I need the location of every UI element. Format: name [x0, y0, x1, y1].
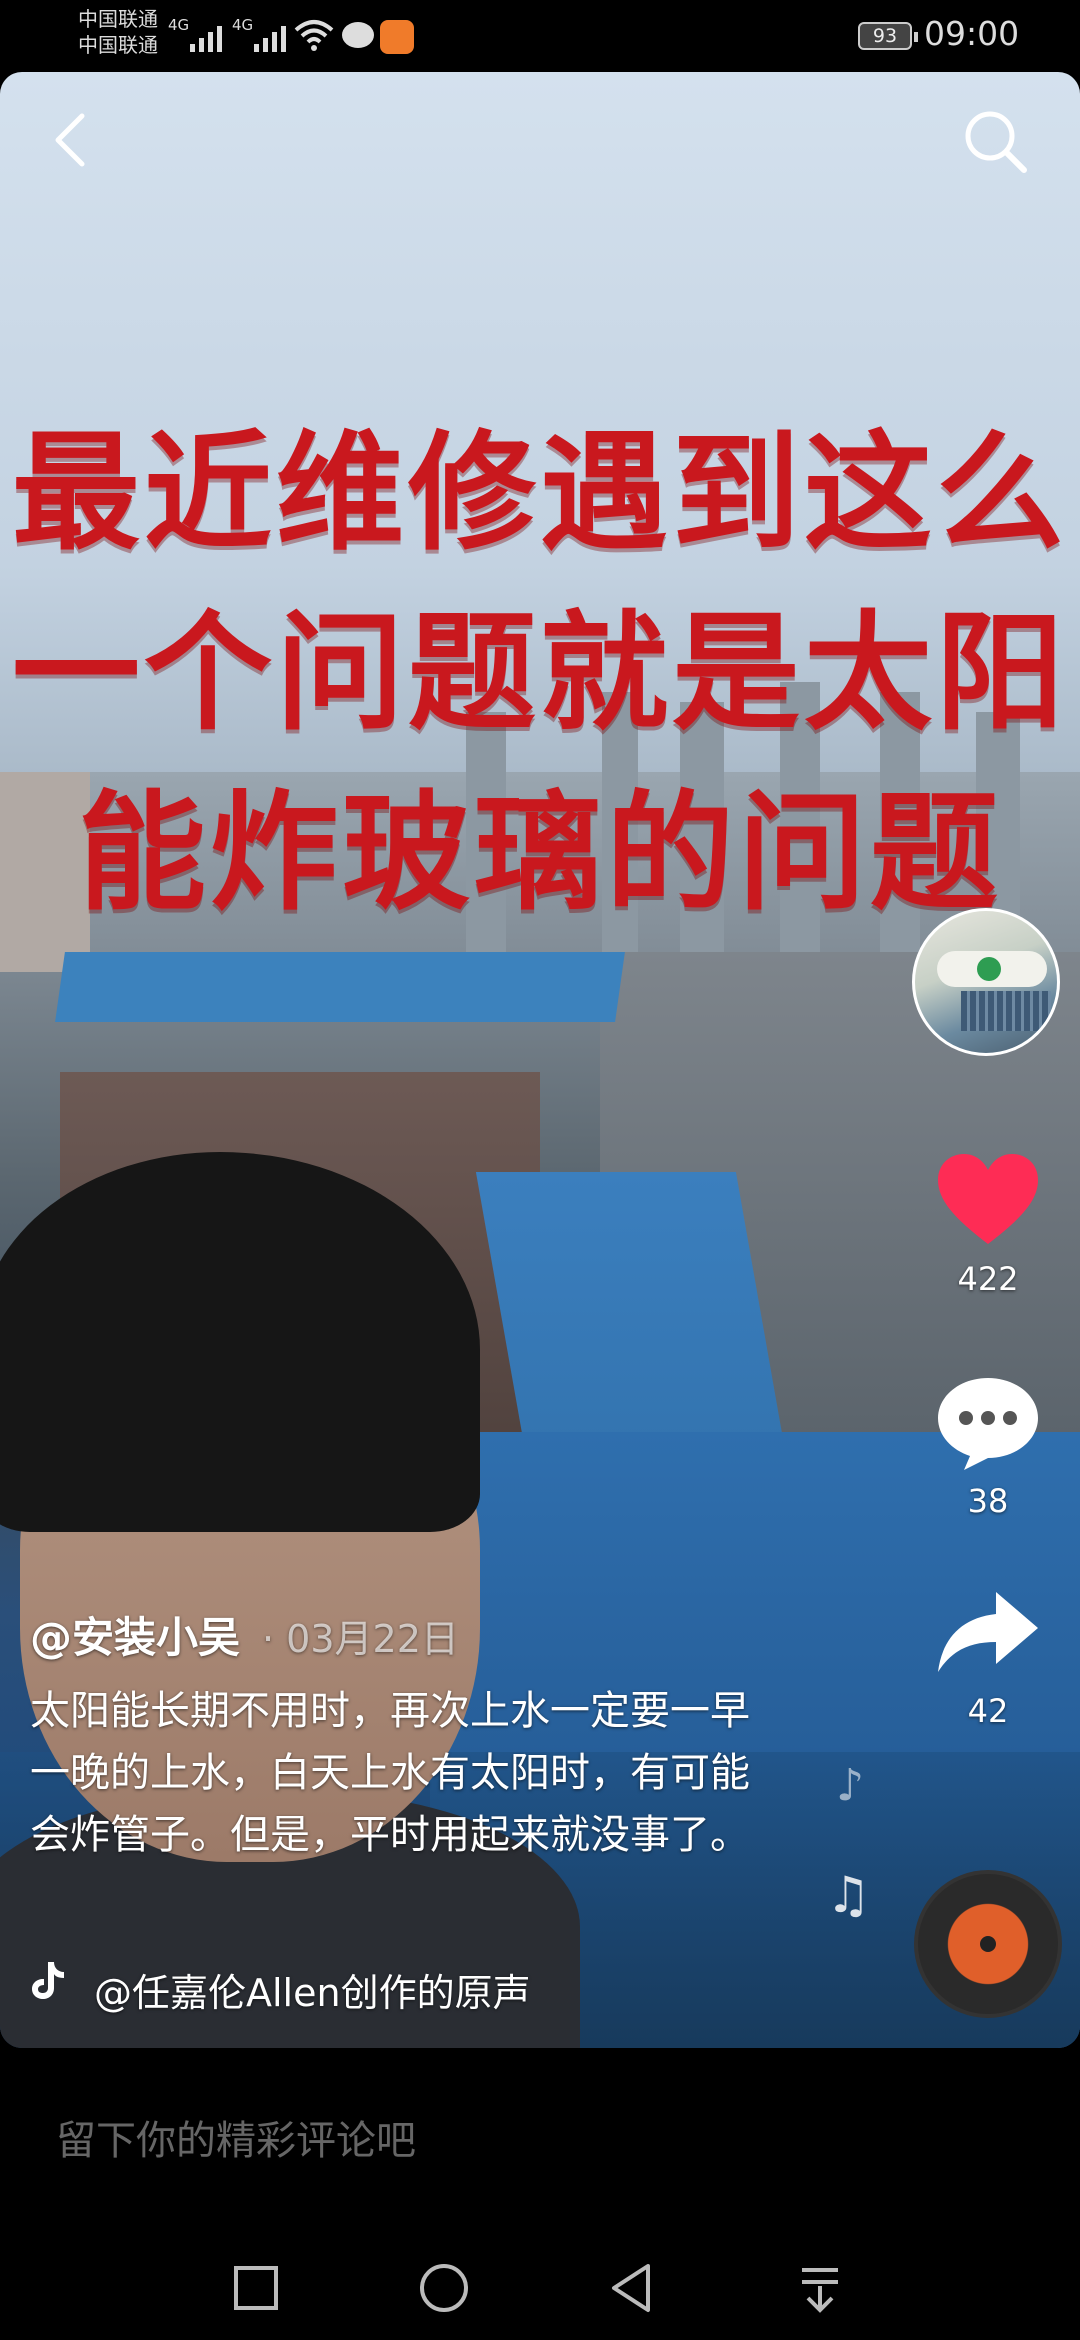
comment-button[interactable]: 38 [930, 1372, 1046, 1520]
wifi-icon [294, 20, 334, 51]
share-count: 42 [967, 1692, 1009, 1730]
network-type-1: 4G [168, 16, 190, 34]
carrier-2: 中国联通 [78, 33, 158, 57]
square-icon[interactable] [226, 2258, 286, 2318]
uc-browser-icon [380, 20, 414, 54]
search-icon[interactable] [960, 106, 1030, 176]
post-description: 太阳能长期不用时，再次上水一定要一早一晚的上水，白天上水有太阳时，有可能会炸管子… [30, 1688, 750, 1858]
author-avatar[interactable] [912, 908, 1060, 1056]
battery-indicator: 93 [858, 22, 918, 50]
signal-1-icon: 4G [168, 16, 222, 52]
overlay-line-1: 最近维修遇到这么 [11, 419, 1068, 568]
like-count: 422 [957, 1260, 1019, 1298]
music-note-icon: ♫ [826, 1866, 871, 1924]
sound-label[interactable]: @任嘉伦Allen创作的原声 [94, 1962, 531, 2017]
share-button[interactable]: 42 [930, 1582, 1046, 1730]
clock: 09:00 [924, 14, 1020, 53]
status-bar: 中国联通 中国联通 4G 4G 93 09:00 [0, 0, 1080, 72]
avatar-tank [937, 951, 1047, 987]
author-handle[interactable]: @安装小吴 [30, 1604, 240, 1665]
notification-pull-icon[interactable] [790, 2258, 850, 2318]
signal-2-icon: 4G [232, 16, 286, 52]
system-nav-bar [0, 2234, 1080, 2340]
triangle-back-icon[interactable] [602, 2258, 662, 2318]
video-overlay-title: 最近维修遇到这么 一个问题就是太阳 能炸玻璃的问题 [0, 404, 1080, 944]
carrier-1: 中国联通 [78, 7, 158, 31]
comment-input[interactable]: 留下你的精彩评论吧 [56, 2108, 416, 2166]
overlay-line-2: 一个问题就是太阳 [11, 599, 1068, 748]
network-type-2: 4G [232, 16, 254, 34]
comment-bar[interactable]: 留下你的精彩评论吧 [0, 2048, 1080, 2234]
comment-icon [938, 1378, 1038, 1470]
message-icon [342, 22, 374, 48]
like-button[interactable]: 422 [930, 1150, 1046, 1298]
carrier-labels: 中国联通 中国联通 [78, 6, 158, 58]
app-root: 中国联通 中国联通 4G 4G 93 09:00 最近维修遇到这么 一个问题就是… [0, 0, 1080, 2340]
roof [55, 952, 625, 1022]
chevron-left-icon[interactable] [48, 110, 92, 170]
heart-icon [938, 1154, 1038, 1244]
music-note-icon: ♪ [836, 1760, 865, 1811]
post-date: · 03月22日 [262, 1617, 459, 1661]
overlay-line-3: 能炸玻璃的问题 [77, 779, 1002, 928]
music-disc[interactable] [914, 1870, 1062, 2018]
avatar-panel [961, 991, 1051, 1031]
share-icon [938, 1592, 1038, 1672]
tiktok-note-icon [32, 1962, 64, 1999]
circle-icon[interactable] [414, 2258, 474, 2318]
comment-count: 38 [967, 1482, 1009, 1520]
